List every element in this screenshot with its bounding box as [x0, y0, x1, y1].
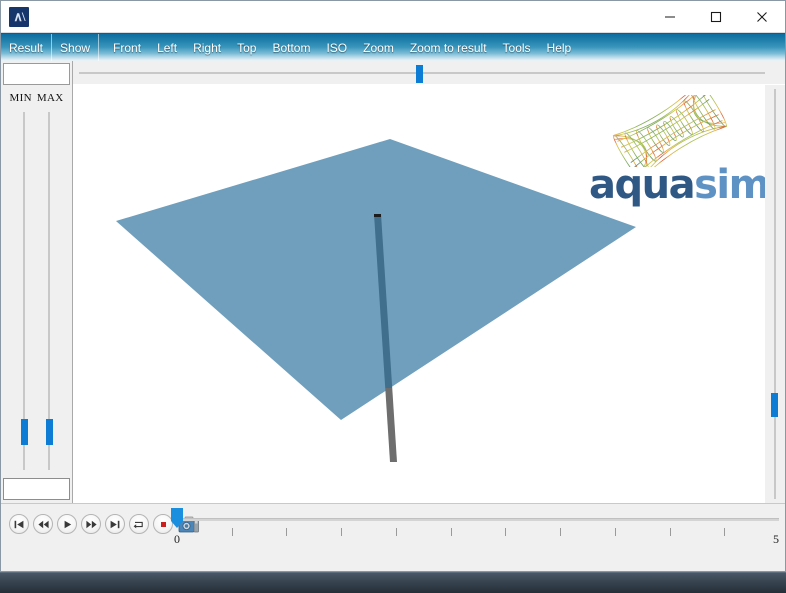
menu-zoom-to-result[interactable]: Zoom to result	[402, 34, 495, 62]
menu-left[interactable]: Left	[149, 34, 185, 62]
menu-show[interactable]: Show	[52, 34, 100, 62]
playback-transport-bar: 0 5	[1, 503, 785, 571]
rewind-icon	[37, 520, 49, 529]
time-slider-handle-body	[171, 508, 183, 521]
time-slider-tick	[341, 528, 342, 536]
menu-help[interactable]: Help	[539, 34, 580, 62]
time-slider-tick	[396, 528, 397, 536]
skip-to-start-button[interactable]	[9, 514, 29, 534]
horizontal-scrollbar-thumb[interactable]	[416, 65, 423, 83]
menu-result[interactable]: Result	[1, 34, 53, 62]
time-slider-tick	[505, 528, 506, 536]
menu-top[interactable]: Top	[229, 34, 264, 62]
menu-zoom-label: Zoom	[363, 41, 394, 55]
record-button[interactable]	[153, 514, 173, 534]
menu-help-label: Help	[546, 41, 572, 55]
aquasim-app-icon: ∧\	[9, 6, 29, 27]
menu-bottom[interactable]: Bottom	[264, 34, 318, 62]
3d-scene	[116, 139, 636, 462]
rewind-button[interactable]	[33, 514, 53, 534]
max-slider-thumb[interactable]	[46, 419, 54, 445]
time-slider-ticks	[177, 528, 779, 537]
vertical-scrollbar-thumb[interactable]	[771, 393, 778, 417]
time-slider-tick	[724, 528, 725, 536]
menu-front-label: Front	[113, 41, 142, 55]
os-strip-edge	[0, 572, 786, 573]
time-slider-handle[interactable]	[171, 508, 183, 528]
time-slider-handle-tip	[171, 521, 183, 528]
main-body: MIN MAX aquasim	[1, 61, 785, 503]
menu-left-label: Left	[157, 41, 178, 55]
minmax-labels: MIN MAX	[1, 85, 72, 108]
application-root: ∧\ Result Show Front Left Right Top Bott…	[0, 0, 786, 593]
vertical-scrollbar[interactable]	[765, 85, 785, 503]
menu-tools-label: Tools	[502, 41, 531, 55]
skip-end-icon	[110, 520, 120, 529]
menu-front[interactable]: Front	[105, 34, 149, 62]
menu-iso-label: ISO	[326, 41, 348, 55]
minimize-icon	[665, 16, 675, 17]
fast-forward-icon	[85, 520, 97, 529]
maximize-icon	[710, 11, 722, 22]
vertical-scrollbar-track	[774, 89, 776, 499]
time-slider-tick	[232, 528, 233, 536]
min-label: MIN	[9, 92, 32, 104]
menu-right[interactable]: Right	[185, 34, 229, 62]
menu-tools[interactable]: Tools	[495, 34, 539, 62]
maximize-button[interactable]	[693, 1, 739, 33]
window-controls	[647, 1, 785, 33]
min-slider-thumb[interactable]	[20, 419, 28, 445]
close-button[interactable]	[739, 1, 785, 33]
loop-icon	[133, 519, 145, 530]
os-bottom-strip	[0, 572, 786, 593]
minimize-button[interactable]	[647, 1, 693, 33]
skip-to-end-button[interactable]	[105, 514, 125, 534]
time-current-label: 0	[174, 532, 180, 546]
pole-lower-segment	[385, 388, 397, 462]
time-slider-tick	[670, 528, 671, 536]
fast-forward-button[interactable]	[81, 514, 101, 534]
menu-iso[interactable]: ISO	[318, 34, 355, 62]
close-icon	[757, 11, 767, 22]
menu-result-label: Result	[9, 41, 44, 55]
min-slider[interactable]	[17, 110, 31, 472]
menu-bottom-label: Bottom	[272, 41, 311, 55]
play-button[interactable]	[57, 514, 77, 534]
menu-top-label: Top	[237, 41, 257, 55]
max-slider-track	[48, 112, 51, 470]
viewport-column: aquasim	[73, 61, 785, 503]
record-icon	[159, 520, 168, 529]
menu-right-label: Right	[193, 41, 222, 55]
water-surface-plane	[116, 139, 636, 420]
title-bar: ∧\	[1, 1, 785, 33]
pole-cap	[374, 214, 381, 217]
horizontal-scrollbar[interactable]	[73, 61, 785, 85]
play-icon	[63, 520, 72, 529]
time-max-label: 5	[773, 532, 779, 546]
max-label: MAX	[36, 92, 64, 104]
loop-button[interactable]	[129, 514, 149, 534]
menu-show-label: Show	[60, 41, 91, 55]
time-slider-track	[177, 518, 779, 521]
app-icon-glyph: ∧\	[13, 8, 25, 24]
time-slider-tick	[560, 528, 561, 536]
max-slider[interactable]	[42, 110, 56, 472]
status-value-field[interactable]	[3, 478, 70, 500]
skip-start-icon	[14, 520, 24, 529]
main-window: ∧\ Result Show Front Left Right Top Bott…	[0, 0, 786, 572]
result-value-field[interactable]	[3, 63, 70, 85]
3d-viewport[interactable]: aquasim	[73, 85, 765, 503]
canvas-wrapper: aquasim	[73, 85, 785, 503]
time-slider-tick	[615, 528, 616, 536]
minmax-sliders	[1, 108, 72, 476]
time-slider[interactable]: 0 5	[171, 504, 779, 572]
min-slider-track	[22, 112, 25, 470]
menu-bar: Result Show Front Left Right Top Bottom ISO Zoom…	[1, 33, 785, 62]
menu-zoom[interactable]: Zoom	[355, 34, 402, 62]
time-slider-tick	[286, 528, 287, 536]
left-control-panel: MIN MAX	[1, 61, 73, 503]
time-slider-tick	[451, 528, 452, 536]
menu-zoom-to-result-label: Zoom to result	[409, 41, 487, 55]
